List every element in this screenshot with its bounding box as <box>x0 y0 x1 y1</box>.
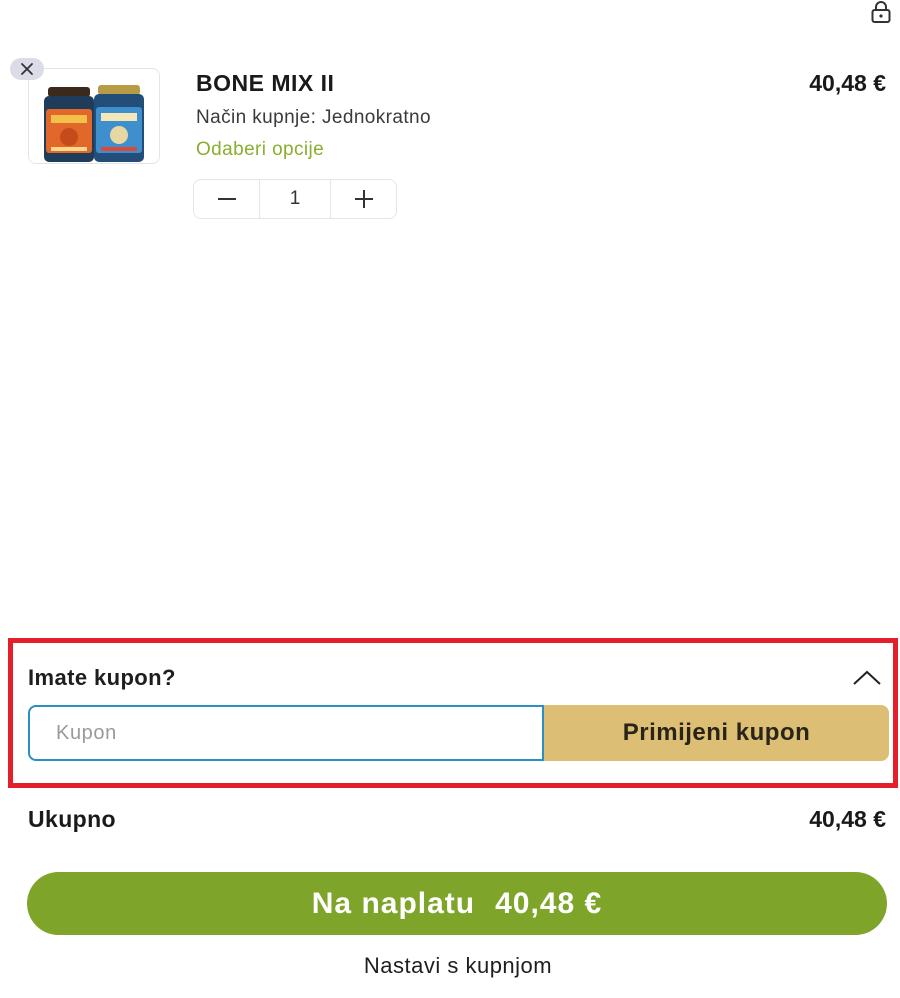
checkout-label: Na naplatu <box>311 886 476 920</box>
checkout-amount: 40,48 € <box>495 886 603 920</box>
purchase-mode: Način kupnje: Jednokratno <box>196 107 431 128</box>
coupon-title: Imate kupon? <box>28 665 176 690</box>
product-name[interactable]: BONE MIX II <box>196 70 334 97</box>
minus-icon <box>217 198 236 200</box>
quantity-value[interactable]: 1 <box>259 180 331 218</box>
checkout-button[interactable]: Na naplatu 40,48 € <box>27 872 887 935</box>
lock-icon <box>871 1 891 23</box>
apply-coupon-button[interactable]: Primijeni kupon <box>544 705 889 761</box>
product-thumbnail[interactable] <box>28 68 160 164</box>
coupon-input[interactable] <box>28 705 544 761</box>
remove-item-button[interactable] <box>10 58 44 80</box>
close-icon <box>21 63 33 75</box>
continue-shopping-link[interactable]: Nastavi s kupnjom <box>0 953 900 979</box>
total-value: 40,48 € <box>809 806 886 832</box>
coupon-section: Imate kupon? Primijeni kupon <box>8 638 898 788</box>
choose-options-link[interactable]: Odaberi opcije <box>196 139 324 161</box>
chevron-up-icon[interactable] <box>851 667 883 689</box>
decrease-quantity-button[interactable] <box>194 180 259 218</box>
product-price: 40,48 € <box>809 70 886 96</box>
plus-icon <box>354 190 373 208</box>
total-label: Ukupno <box>28 806 116 832</box>
quantity-stepper: 1 <box>193 179 397 219</box>
increase-quantity-button[interactable] <box>331 180 396 218</box>
cart-item: BONE MIX II 40,48 € Način kupnje: Jednok… <box>0 58 900 228</box>
product-image <box>29 69 159 163</box>
